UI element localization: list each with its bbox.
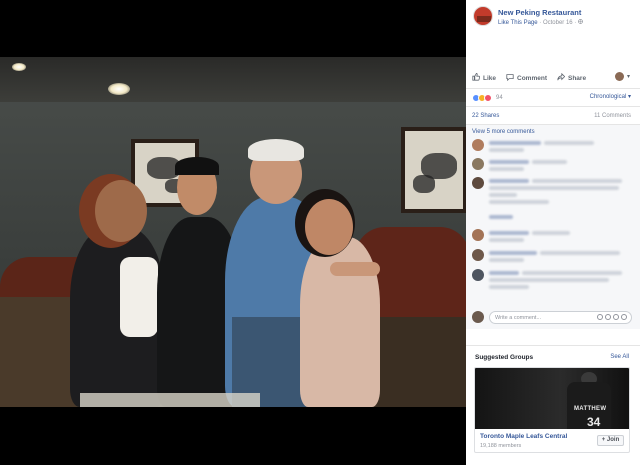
comments-area: View 5 more comments Write a comment... [466, 124, 640, 329]
gif-icon[interactable] [613, 314, 619, 320]
page-avatar[interactable] [473, 6, 493, 26]
commenter-avatar[interactable] [472, 139, 484, 151]
comment-button[interactable]: Comment [506, 73, 547, 83]
meta-separator: · [574, 20, 577, 26]
group-members-count: 19,188 members [480, 443, 522, 449]
suggested-groups-title: Suggested Groups [475, 354, 534, 361]
post-date[interactable]: October 16 [543, 20, 573, 26]
share-arrow-icon [557, 72, 568, 83]
post-header: New Peking Restaurant Like This Page · O… [466, 0, 640, 42]
group-name-link[interactable]: Toronto Maple Leafs Central [480, 433, 567, 440]
stats-row: 22 Shares 11 Comments [466, 106, 640, 124]
emoji-icon[interactable] [597, 314, 603, 320]
chevron-down-icon[interactable]: ▾ [627, 73, 630, 80]
jersey-name: MATTHEW [574, 406, 607, 412]
love-reaction-icon [484, 93, 492, 102]
camera-icon[interactable] [605, 314, 611, 320]
photo-viewer: New Peking Restaurant Like This Page · O… [0, 0, 640, 465]
share-button[interactable]: Share [557, 72, 587, 83]
comments-count[interactable]: 11 Comments [594, 113, 631, 119]
my-avatar [472, 311, 484, 323]
comment-order-dropdown[interactable]: Chronological ▾ [590, 93, 631, 100]
comment-label: Comment [517, 74, 547, 82]
see-all-link[interactable]: See All [610, 354, 629, 360]
group-card[interactable]: MATTHEW 34 Toronto Maple Leafs Central 1… [474, 367, 630, 453]
post-panel: New Peking Restaurant Like This Page · O… [466, 0, 640, 465]
post-photo[interactable] [0, 57, 466, 407]
photo-area[interactable] [0, 0, 466, 465]
write-comment-input[interactable]: Write a comment... [489, 311, 632, 324]
post-meta: Like This Page · October 16 · [498, 19, 583, 26]
comment-bubble-icon [506, 73, 517, 83]
join-group-button[interactable]: + Join [597, 435, 624, 446]
commenter-avatar[interactable] [472, 269, 484, 281]
meta-separator: · [539, 20, 542, 26]
like-page-link[interactable]: Like This Page [498, 20, 538, 26]
input-icons [595, 314, 627, 320]
view-more-comments-link[interactable]: View 5 more comments [472, 129, 535, 135]
group-cover-image[interactable]: MATTHEW 34 [475, 368, 629, 429]
globe-icon [578, 19, 583, 26]
chevron-down-icon: ▾ [627, 94, 631, 100]
commenter-avatar[interactable] [472, 249, 484, 261]
shares-count[interactable]: 22 Shares [472, 113, 499, 119]
join-label: Join [606, 437, 620, 443]
thumbs-up-icon [472, 72, 483, 83]
commenter-avatar[interactable] [472, 158, 484, 170]
comment-order-label: Chronological [589, 94, 627, 100]
commenter-avatar[interactable] [472, 229, 484, 241]
page-name-link[interactable]: New Peking Restaurant [498, 8, 581, 17]
suggested-groups: Suggested Groups See All MATTHEW 34 Toro… [466, 345, 640, 465]
like-label: Like [483, 74, 497, 82]
sticker-icon[interactable] [621, 314, 627, 320]
write-comment-placeholder: Write a comment... [495, 315, 542, 321]
wall-painting-right [401, 127, 466, 213]
posting-as-avatar[interactable] [615, 72, 624, 81]
share-label: Share [568, 74, 587, 82]
reaction-count[interactable]: 94 [496, 95, 503, 101]
write-comment-box: Write a comment... [472, 311, 632, 324]
commenter-avatar[interactable] [472, 177, 484, 189]
like-button[interactable]: Like [472, 72, 497, 83]
jersey-number: 34 [587, 415, 601, 429]
post-actions: Like Comment Share [466, 70, 640, 86]
